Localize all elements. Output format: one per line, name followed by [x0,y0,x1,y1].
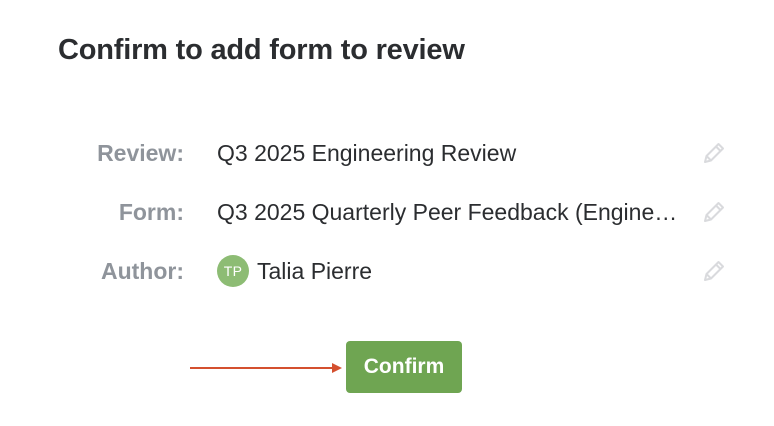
edit-author-pencil-icon[interactable] [701,258,727,284]
dialog-title: Confirm to add form to review [58,34,465,66]
author-name: Talia Pierre [257,257,373,284]
edit-form-pencil-icon[interactable] [701,199,727,225]
form-row: Form: Q3 2025 Quarterly Peer Feedback (E… [0,192,774,232]
arrow-right-icon [190,363,342,373]
pencil-icon [704,143,724,163]
review-value: Q3 2025 Engineering Review [217,140,517,166]
form-label: Form: [118,199,184,225]
pencil-icon [704,202,724,222]
author-label: Author: [100,258,184,284]
form-value: Q3 2025 Quarterly Peer Feedback (Enginee… [217,199,687,225]
author-value: TP Talia Pierre [217,251,372,291]
review-label: Review: [97,140,184,166]
avatar: TP [217,255,249,287]
author-row: Author: TP Talia Pierre [0,251,774,291]
confirm-button[interactable]: Confirm [346,341,462,393]
review-row: Review: Q3 2025 Engineering Review [0,133,774,173]
edit-review-pencil-icon[interactable] [701,140,727,166]
pencil-icon [704,261,724,281]
